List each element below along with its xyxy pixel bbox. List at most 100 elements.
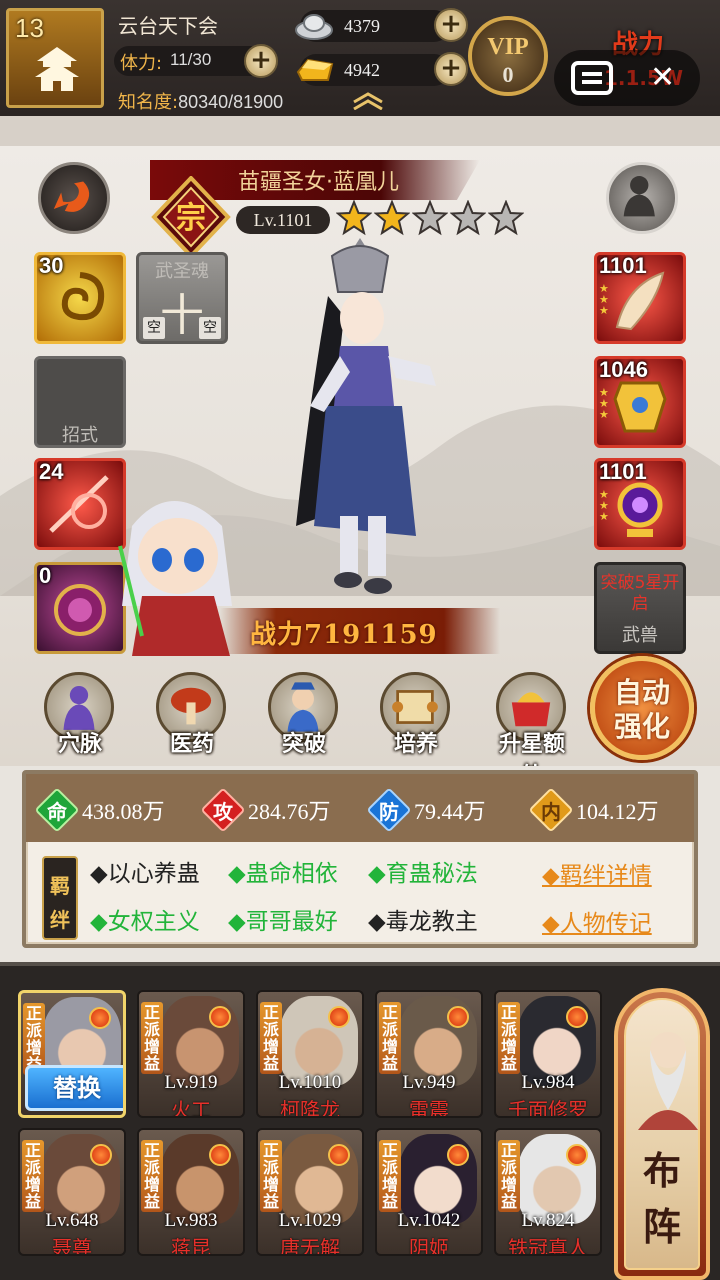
player-avatar[interactable]: 13	[6, 8, 104, 108]
stat-attack: 攻 284.76万	[200, 787, 331, 833]
member-name: 火工	[171, 1098, 211, 1118]
bond-item: ◆毒龙教主	[368, 909, 478, 935]
player-name: 云台天下会	[118, 14, 218, 38]
vip-badge[interactable]: VIP 0	[468, 16, 548, 96]
stat-defense: 防 79.44万	[366, 787, 486, 833]
silver-box: 4379	[295, 10, 450, 42]
meridian-button[interactable]: 穴脉	[38, 672, 122, 757]
martial-soul-slot[interactable]: 武圣魂 十 空 空	[136, 252, 228, 344]
team-slot-selected[interactable]: 正派增益替换	[18, 990, 126, 1118]
team-member-card[interactable]: 正派增益 Lv.1029 唐无解	[256, 1128, 364, 1256]
team-member-card[interactable]: 正派增益 Lv.949 雷震	[375, 990, 483, 1118]
star-empty-icon	[450, 200, 486, 236]
auto-enhance-button[interactable]: 自动 强化	[590, 656, 694, 760]
team-member-card[interactable]: 正派增益 Lv.1010 柯降龙	[256, 990, 364, 1118]
element-orb-icon	[566, 1006, 588, 1028]
team-lineup: 正派增益替换正派增益Lv.919火工正派增益Lv.1010柯降龙正派增益Lv.9…	[0, 962, 720, 1280]
auto-enhance-line1: 自动	[613, 676, 670, 709]
member-level: Lv.648	[45, 1210, 99, 1231]
hero-name: 苗疆圣女·蓝凰儿	[238, 170, 399, 195]
hp-icon: 命	[34, 787, 80, 833]
chevron-up-icon[interactable]	[350, 92, 386, 110]
rank-badge-icon: 宗	[151, 176, 231, 258]
stamina-value: 11/30	[170, 50, 212, 69]
hero-power-banner: 战力7191159	[220, 608, 500, 654]
hero-stars	[336, 200, 524, 236]
bond-item: ◆蛊命相依	[228, 861, 338, 887]
member-level: Lv.984	[521, 1072, 575, 1093]
empty-tag-left: 空	[143, 317, 165, 339]
attack-icon: 攻	[200, 787, 246, 833]
formation-button[interactable]: 布 阵	[614, 988, 710, 1280]
warrior-statue-icon	[623, 176, 655, 217]
ranking-button[interactable]	[606, 162, 678, 234]
move-slot[interactable]: 招式	[34, 356, 126, 448]
equip-slot-armor[interactable]: ★ ★ ★ 1046	[594, 356, 686, 448]
team-member-card[interactable]: 正派增益 Lv.824 铁冠真人	[494, 1128, 602, 1256]
expand-icon[interactable]	[570, 60, 614, 96]
member-name: 雷震	[409, 1098, 449, 1118]
add-gold-button[interactable]: +	[434, 52, 468, 86]
defense-icon: 防	[366, 787, 412, 833]
biography-link[interactable]: ◆人物传记	[542, 904, 652, 938]
faction-buff-tag: 正派增益	[379, 1002, 401, 1074]
equip-slot-weapon[interactable]: ★ ★ ★ 1101	[594, 252, 686, 344]
member-name: 铁冠真人	[508, 1236, 588, 1256]
equip-stars: ★ ★ ★	[599, 488, 609, 523]
bond-tag-char1: 羁	[50, 874, 70, 898]
beast-slot[interactable]: 突破5星开启 武兽	[594, 562, 686, 654]
inner-icon: 内	[528, 787, 574, 833]
element-orb-icon	[328, 1144, 350, 1166]
star-upgrade-label: 升星额外	[498, 732, 565, 766]
member-level: Lv.919	[164, 1072, 218, 1093]
stat-hp: 命 438.08万	[34, 787, 165, 833]
slot-count: 1046	[599, 357, 648, 382]
faction-buff-tag: 正派增益	[498, 1140, 520, 1212]
add-stamina-button[interactable]: +	[244, 44, 278, 78]
defense-value: 79.44万	[414, 799, 486, 824]
team-member-card[interactable]: 正派增益 Lv.984 千面修罗	[494, 990, 602, 1118]
team-member-card[interactable]: 正派增益 Lv.1042 阴姬	[375, 1128, 483, 1256]
overlay-controls: 1.1.5W ✕	[554, 50, 700, 106]
bond-item: ◆哥哥最好	[228, 909, 338, 935]
add-silver-button[interactable]: +	[434, 8, 468, 42]
element-orb-icon	[328, 1006, 350, 1028]
breakthrough-button[interactable]: 突破	[262, 672, 346, 757]
member-name: 唐无解	[280, 1236, 340, 1256]
back-arrow-icon	[53, 181, 90, 212]
member-name: 蒋昆	[171, 1236, 211, 1256]
member-level: Lv.1029	[278, 1210, 342, 1231]
back-button[interactable]	[38, 162, 110, 234]
inner-value: 104.12万	[576, 799, 659, 824]
slot-count: 1101	[599, 459, 647, 484]
team-member-card[interactable]: 正派增益 Lv.648 聂尊	[18, 1128, 126, 1256]
bond-item: ◆育蛊秘法	[368, 861, 478, 887]
hero-panel: 苗疆圣女·蓝凰儿 宗 Lv.1101 30 武圣魂 十 空 空 招式 24 0	[0, 146, 720, 766]
skill-slot-1[interactable]: 30	[34, 252, 126, 344]
gold-box: 4942	[296, 54, 450, 86]
medicine-button[interactable]: 医药	[150, 672, 234, 757]
close-icon[interactable]: ✕	[650, 63, 675, 93]
gold-ingot-icon	[296, 58, 334, 81]
team-member-card[interactable]: 正派增益 Lv.983 蒋昆	[137, 1128, 245, 1256]
element-orb-icon	[566, 1144, 588, 1166]
star-upgrade-button[interactable]: 升星额外	[490, 672, 574, 766]
slot-count: 0	[39, 563, 52, 588]
stamina-label: 体力:	[120, 53, 163, 74]
pagoda-icon	[35, 47, 79, 91]
bond-item: ◆女权主义	[90, 909, 200, 935]
bond-details-link[interactable]: ◆羁绊详情	[542, 856, 652, 890]
divider-strip	[0, 116, 720, 146]
gold-value: 4942	[344, 60, 380, 80]
member-level: Lv.824	[521, 1210, 575, 1231]
equip-slot-accessory[interactable]: ★ ★ ★ 1101	[594, 458, 686, 550]
swap-button[interactable]: 替换	[25, 1065, 123, 1111]
team-member-card[interactable]: 正派增益 Lv.919 火工	[137, 990, 245, 1118]
fame-value: 80340/81900	[178, 92, 284, 112]
hero-power: 战力7191159	[250, 620, 438, 650]
member-level: Lv.1010	[278, 1072, 342, 1093]
top-bar: 13 云台天下会 体力: 11/30 + 知名度:80340/81900 437…	[0, 0, 720, 116]
faction-buff-tag: 正派增益	[260, 1140, 282, 1212]
cultivate-button[interactable]: 培养	[374, 672, 458, 757]
star-filled-icon	[374, 200, 410, 236]
